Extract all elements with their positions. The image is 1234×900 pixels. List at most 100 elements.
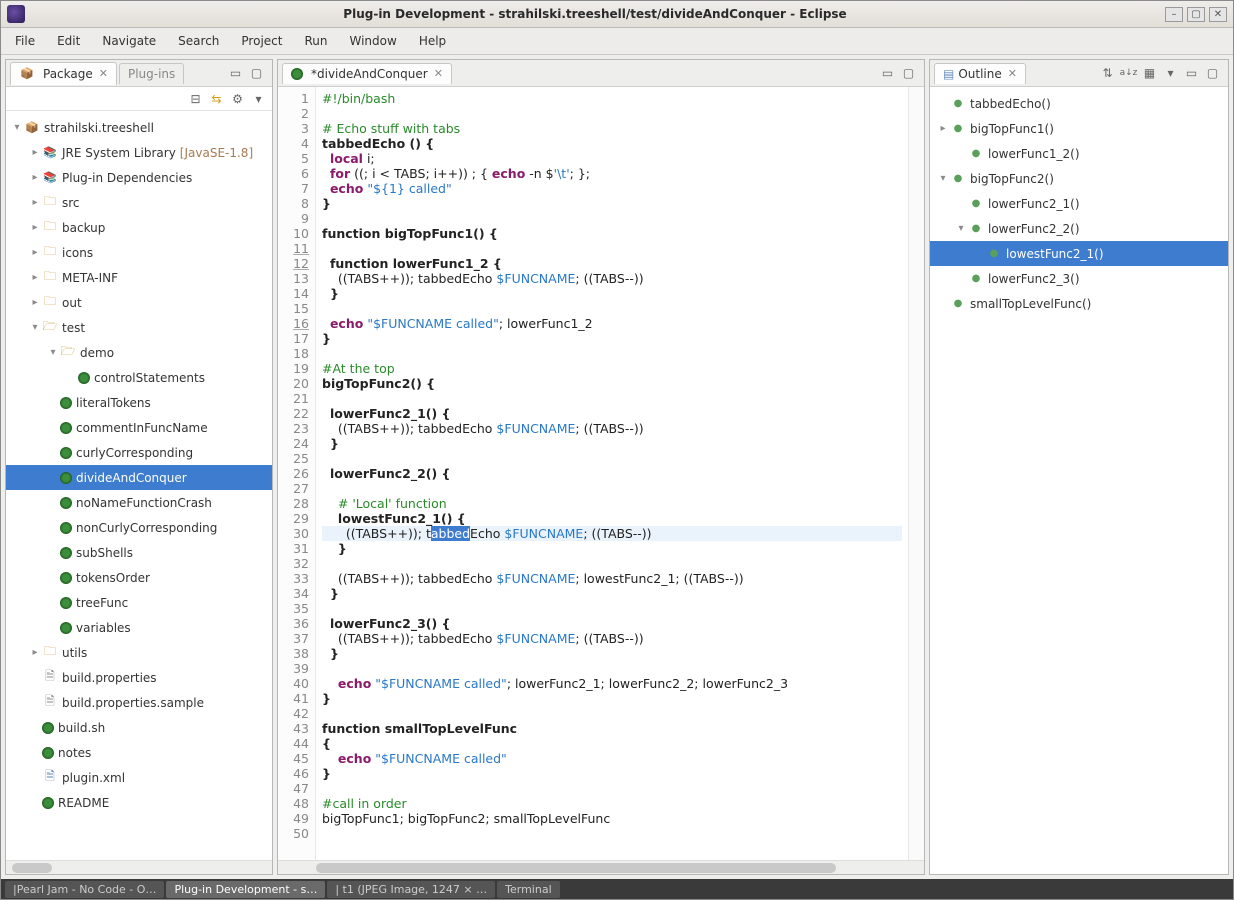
twisty-icon[interactable]: [28, 172, 42, 183]
code-line[interactable]: lowerFunc2_1() {: [322, 406, 902, 421]
menu-help[interactable]: Help: [409, 30, 456, 52]
folder-demo[interactable]: demo: [6, 340, 272, 365]
folder-src[interactable]: src: [6, 190, 272, 215]
code-line[interactable]: echo "${1} called": [322, 181, 902, 196]
file-noncurlycorresponding[interactable]: nonCurlyCorresponding: [6, 515, 272, 540]
editor-h-scrollbar[interactable]: [278, 860, 924, 874]
link-editor-icon[interactable]: ⇆: [209, 91, 224, 106]
close-icon[interactable]: ✕: [434, 67, 443, 80]
collapse-all-icon[interactable]: ⊟: [188, 91, 203, 106]
outline-item[interactable]: lowerFunc2_2(): [930, 216, 1228, 241]
twisty-icon[interactable]: [28, 222, 42, 233]
twisty-icon[interactable]: [10, 122, 24, 133]
twisty-icon[interactable]: [28, 147, 42, 158]
package-tree[interactable]: strahilski.treeshellJRE System Library[J…: [6, 111, 272, 860]
minimize-view-icon[interactable]: ▭: [1184, 66, 1199, 81]
code-line[interactable]: ((TABS++)); tabbedEcho $FUNCNAME; ((TABS…: [322, 271, 902, 286]
twisty-icon[interactable]: [28, 197, 42, 208]
code-line[interactable]: }: [322, 331, 902, 346]
code-line[interactable]: [322, 106, 902, 121]
taskbar-item[interactable]: | t1 (JPEG Image, 1247 × …: [327, 881, 495, 898]
twisty-icon[interactable]: [28, 322, 42, 333]
folder-backup[interactable]: backup: [6, 215, 272, 240]
outline-item[interactable]: lowestFunc2_1(): [930, 241, 1228, 266]
code-line[interactable]: ((TABS++)); tabbedEcho $FUNCNAME; ((TABS…: [322, 526, 902, 541]
code-line[interactable]: }: [322, 766, 902, 781]
code-line[interactable]: }: [322, 586, 902, 601]
menu-run[interactable]: Run: [294, 30, 337, 52]
code-area[interactable]: #!/bin/bash # Echo stuff with tabstabbed…: [316, 87, 908, 860]
file-readme[interactable]: README: [6, 790, 272, 815]
taskbar-item[interactable]: Terminal: [497, 881, 560, 898]
file-curlycorresponding[interactable]: curlyCorresponding: [6, 440, 272, 465]
outline-item[interactable]: lowerFunc1_2(): [930, 141, 1228, 166]
code-line[interactable]: }: [322, 286, 902, 301]
code-line[interactable]: lowerFunc2_3() {: [322, 616, 902, 631]
code-line[interactable]: function bigTopFunc1() {: [322, 226, 902, 241]
code-line[interactable]: }: [322, 646, 902, 661]
file-divideandconquer[interactable]: divideAndConquer: [6, 465, 272, 490]
code-line[interactable]: [322, 481, 902, 496]
folder-metainf[interactable]: META-INF: [6, 265, 272, 290]
close-icon[interactable]: ✕: [99, 67, 108, 80]
code-line[interactable]: [322, 706, 902, 721]
code-line[interactable]: ((TABS++)); tabbedEcho $FUNCNAME; ((TABS…: [322, 631, 902, 646]
outline-item[interactable]: bigTopFunc1(): [930, 116, 1228, 141]
folder-out[interactable]: out: [6, 290, 272, 315]
code-line[interactable]: [322, 781, 902, 796]
project-node[interactable]: strahilski.treeshell: [6, 115, 272, 140]
outline-item[interactable]: lowerFunc2_3(): [930, 266, 1228, 291]
folder-test[interactable]: test: [6, 315, 272, 340]
code-line[interactable]: bigTopFunc1; bigTopFunc2; smallTopLevelF…: [322, 811, 902, 826]
file-notes[interactable]: notes: [6, 740, 272, 765]
code-line[interactable]: [322, 826, 902, 841]
twisty-icon[interactable]: [28, 297, 42, 308]
view-menu-icon[interactable]: ▾: [251, 91, 266, 106]
filter-icon[interactable]: ⚙: [230, 91, 245, 106]
code-line[interactable]: [322, 451, 902, 466]
file-treefunc[interactable]: treeFunc: [6, 590, 272, 615]
code-line[interactable]: bigTopFunc2() {: [322, 376, 902, 391]
file-build-sh[interactable]: build.sh: [6, 715, 272, 740]
outline-item[interactable]: lowerFunc2_1(): [930, 191, 1228, 216]
view-menu-icon[interactable]: ▾: [1163, 66, 1178, 81]
overview-ruler[interactable]: [908, 87, 924, 860]
maximize-view-icon[interactable]: ▢: [249, 66, 264, 81]
outline-item[interactable]: tabbedEcho(): [930, 91, 1228, 116]
h-scrollbar[interactable]: [6, 860, 272, 874]
twisty-icon[interactable]: [28, 647, 42, 658]
menu-project[interactable]: Project: [231, 30, 292, 52]
twisty-icon[interactable]: [936, 123, 950, 134]
taskbar-item[interactable]: |Pearl Jam - No Code - O…: [5, 881, 164, 898]
code-line[interactable]: #call in order: [322, 796, 902, 811]
code-line[interactable]: # Echo stuff with tabs: [322, 121, 902, 136]
minimize-view-icon[interactable]: ▭: [228, 66, 243, 81]
menu-window[interactable]: Window: [339, 30, 406, 52]
close-button[interactable]: ✕: [1209, 7, 1227, 22]
menu-file[interactable]: File: [5, 30, 45, 52]
taskbar-item[interactable]: Plug-in Development - s…: [166, 881, 325, 898]
code-line[interactable]: function lowerFunc1_2 {: [322, 256, 902, 271]
file-commentinfuncname[interactable]: commentInFuncName: [6, 415, 272, 440]
file-build-properties[interactable]: build.properties: [6, 665, 272, 690]
maximize-view-icon[interactable]: ▢: [1205, 66, 1220, 81]
tab-outline[interactable]: ▤ Outline ✕: [934, 63, 1026, 84]
file-controlstatements[interactable]: controlStatements: [6, 365, 272, 390]
code-line[interactable]: [322, 556, 902, 571]
file-plugin-xml[interactable]: plugin.xml: [6, 765, 272, 790]
minimize-view-icon[interactable]: ▭: [880, 66, 895, 81]
code-line[interactable]: function smallTopLevelFunc: [322, 721, 902, 736]
folder-icons[interactable]: icons: [6, 240, 272, 265]
code-line[interactable]: #!/bin/bash: [322, 91, 902, 106]
code-line[interactable]: lowerFunc2_2() {: [322, 466, 902, 481]
code-line[interactable]: [322, 241, 902, 256]
code-line[interactable]: tabbedEcho () {: [322, 136, 902, 151]
sort-az-icon[interactable]: a↓z: [1121, 66, 1136, 81]
plugin-deps-node[interactable]: Plug-in Dependencies: [6, 165, 272, 190]
close-icon[interactable]: ✕: [1008, 67, 1017, 80]
filter-icon[interactable]: ▦: [1142, 66, 1157, 81]
twisty-icon[interactable]: [28, 247, 42, 258]
code-line[interactable]: lowestFunc2_1() {: [322, 511, 902, 526]
minimize-button[interactable]: –: [1165, 7, 1183, 22]
code-line[interactable]: echo "$FUNCNAME called"; lowerFunc1_2: [322, 316, 902, 331]
